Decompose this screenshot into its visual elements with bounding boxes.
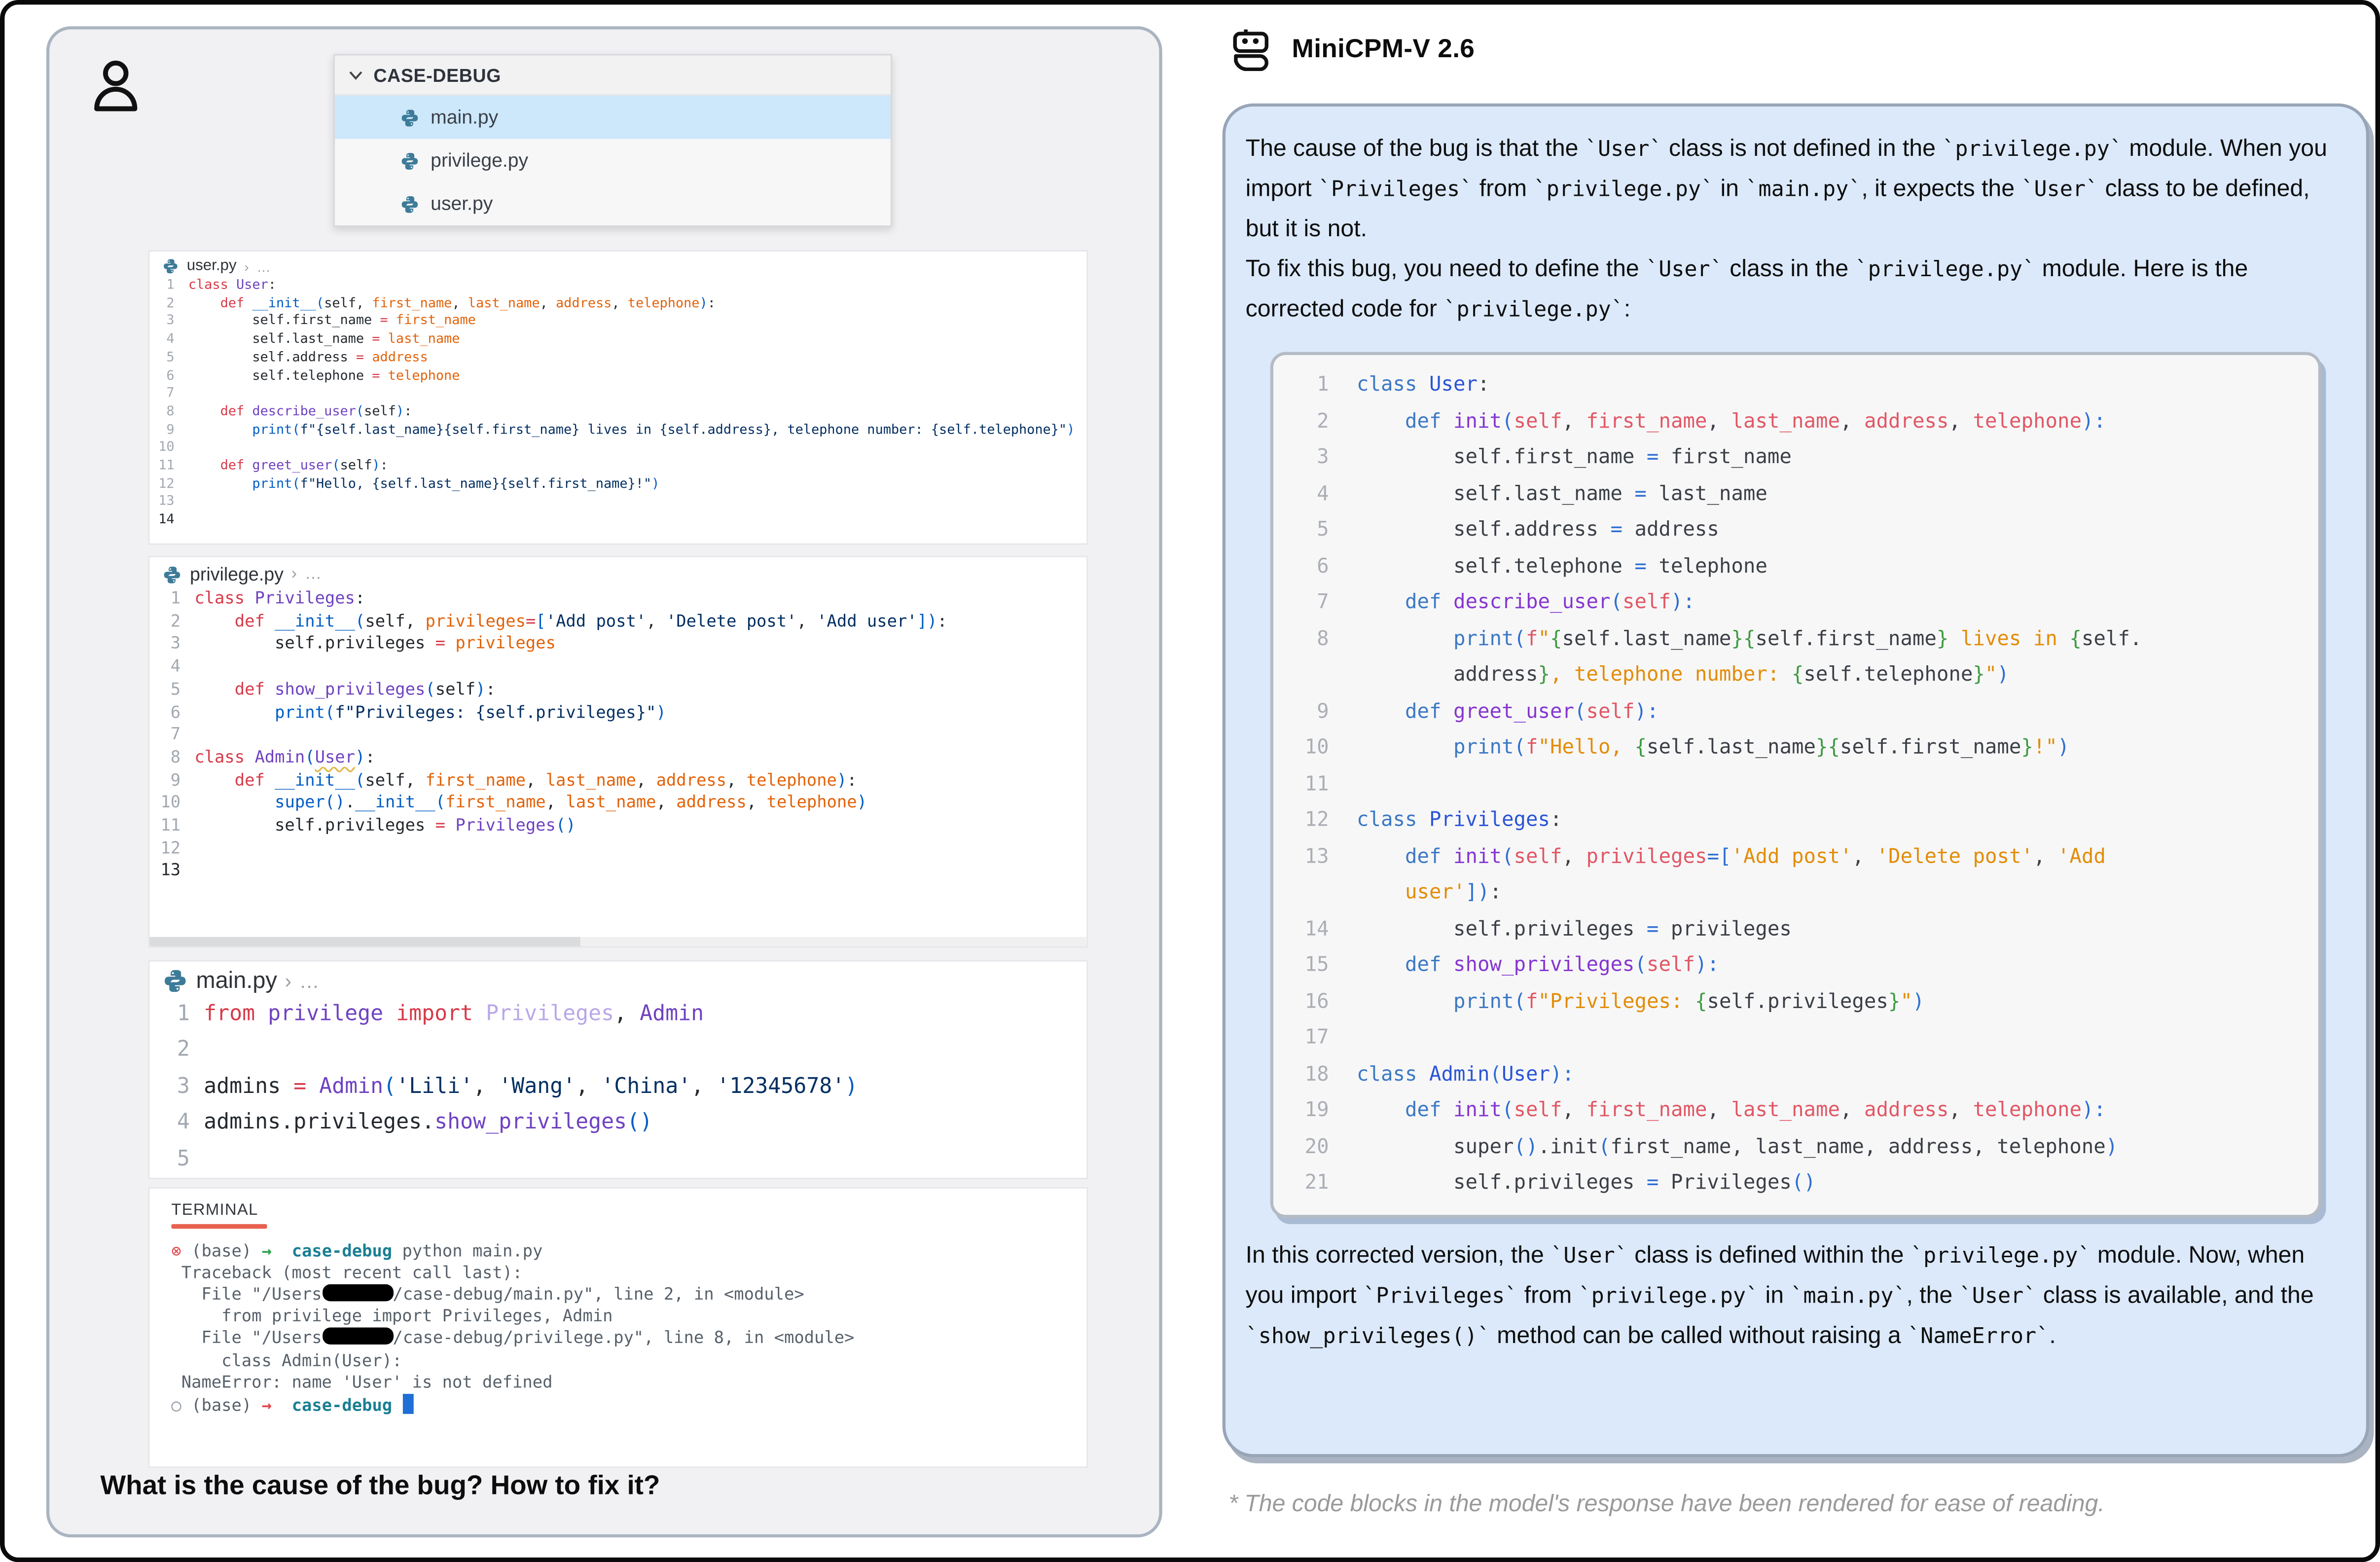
left-panel: CASE-DEBUG main.py privilege.py user.py … [46,26,1162,1537]
figure-footnote: * The code blocks in the model's respons… [1228,1491,2104,1519]
editor-tab-user-py: user.py › … [150,252,1087,278]
editor-user-py[interactable]: user.py › … 1class User:2 def __init__(s… [148,250,1088,545]
explorer-root-row[interactable]: CASE-DEBUG [335,56,891,96]
python-file-icon [400,150,420,171]
breadcrumb-ellipsis: … [299,969,320,992]
model-header: MiniCPM-V 2.6 [1232,28,1475,71]
corrected-privilege-py-code: 1class User:2 def init(self, first_name,… [1273,367,2309,1202]
editor-tab-privilege-py: privilege.py › … [150,557,1087,588]
code-area-main-py[interactable]: 1from privilege import Privileges, Admin… [150,997,1087,1178]
terminal-title-underline [171,1224,267,1228]
editor-filename: privilege.py [190,563,284,585]
python-file-icon [400,108,420,128]
rendered-code-block: 1class User:2 def init(self, first_name,… [1270,352,2321,1217]
code-area-privilege-py[interactable]: 1class Privileges:2 def __init__(self, p… [150,588,1087,883]
response-closing-paragraph: In this corrected version, the `User` cl… [1246,1235,2340,1356]
figure-canvas: CASE-DEBUG main.py privilege.py user.py … [0,0,2380,1562]
model-title: MiniCPM-V 2.6 [1292,34,1475,65]
explorer-file-main-py[interactable]: main.py [335,96,891,139]
python-file-icon [162,564,182,584]
file-label: user.py [431,193,493,215]
python-file-icon [162,968,188,994]
python-file-icon [400,194,420,214]
response-paragraph-2: To fix this bug, you need to define the … [1246,250,2340,330]
editor-tab-main-py: main.py › … [150,962,1087,997]
explorer-root-label: CASE-DEBUG [373,64,501,86]
editor-filename: main.py [196,968,277,994]
robot-icon [1232,28,1275,71]
terminal-output[interactable]: ⊗ (base) → case-debug python main.py Tra… [150,1240,1087,1417]
chevron-down-icon [347,67,364,83]
editor-filename: user.py [187,258,237,275]
breadcrumb-chevron: › [244,258,249,274]
editor-main-py[interactable]: main.py › … 1from privilege import Privi… [148,960,1088,1179]
file-label: main.py [431,107,498,128]
file-explorer: CASE-DEBUG main.py privilege.py user.py [333,54,892,227]
breadcrumb-ellipsis: … [305,565,322,583]
breadcrumb-chevron: › [285,969,292,992]
horizontal-scrollbar[interactable] [150,937,1087,946]
terminal-title: TERMINAL [150,1189,1087,1224]
user-avatar-icon [86,54,145,122]
explorer-file-privilege-py[interactable]: privilege.py [335,139,891,182]
editor-privilege-py[interactable]: privilege.py › … 1class Privileges:2 def… [148,556,1088,948]
model-response-bubble: The cause of the bug is that the `User` … [1223,104,2369,1457]
python-file-icon [162,258,179,275]
response-paragraph-1: The cause of the bug is that the `User` … [1246,130,2340,250]
breadcrumb-chevron: › [291,565,297,583]
file-label: privilege.py [431,150,528,172]
code-area-user-py[interactable]: 1class User:2 def __init__(self, first_n… [150,278,1087,531]
explorer-file-user-py[interactable]: user.py [335,182,891,225]
question-text: What is the cause of the bug? How to fix… [100,1469,660,1502]
breadcrumb-ellipsis: … [256,258,270,274]
terminal-panel[interactable]: TERMINAL ⊗ (base) → case-debug python ma… [148,1187,1088,1468]
